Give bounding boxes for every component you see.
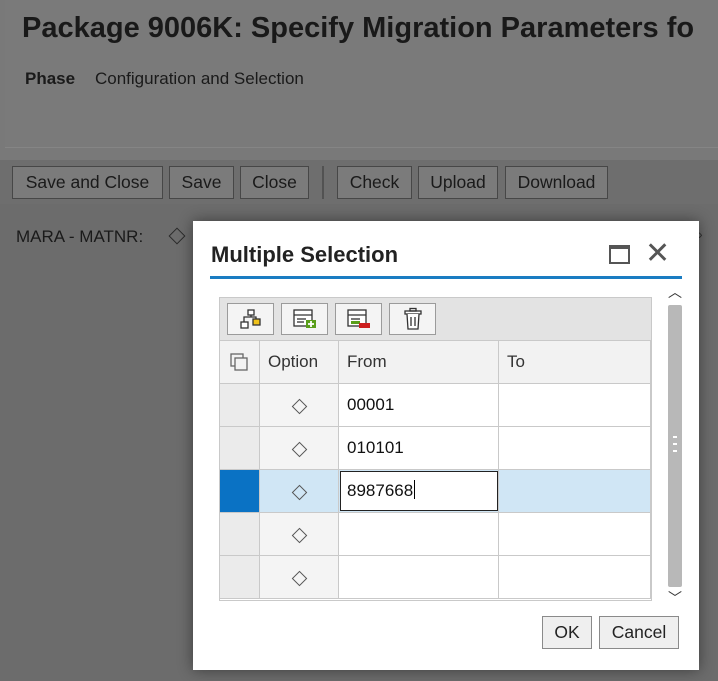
title-underline	[210, 276, 682, 279]
from-cell[interactable]: 00001	[339, 384, 499, 427]
from-cell[interactable]: 010101	[339, 427, 499, 470]
to-cell[interactable]	[499, 513, 651, 556]
option-cell[interactable]	[260, 427, 339, 470]
option-diamond-icon[interactable]	[168, 227, 186, 245]
add-row-icon	[292, 309, 316, 328]
from-cell[interactable]	[339, 556, 499, 599]
from-cell: 8987668	[339, 470, 499, 513]
column-header-to: To	[499, 341, 651, 384]
row-selector[interactable]	[220, 427, 260, 470]
to-cell[interactable]	[499, 427, 651, 470]
to-cell[interactable]	[499, 556, 651, 599]
scrollbar-thumb[interactable]	[668, 305, 682, 587]
to-cell[interactable]	[499, 470, 651, 513]
toolbar-separator	[322, 166, 324, 199]
cancel-button[interactable]: Cancel	[599, 616, 679, 649]
field-label: MARA - MATNR:	[16, 227, 144, 246]
phase-label: Phase	[25, 69, 76, 88]
column-header-option: Option	[260, 341, 339, 384]
table-row-selected: 8987668	[220, 470, 651, 513]
save-and-close-button[interactable]: Save and Close	[12, 166, 163, 199]
chevron-up-icon[interactable]: ︿	[667, 285, 683, 301]
row-selector[interactable]	[220, 384, 260, 427]
maximize-icon[interactable]	[609, 245, 630, 264]
option-cell[interactable]	[260, 384, 339, 427]
from-cell[interactable]	[339, 513, 499, 556]
to-cell[interactable]	[499, 384, 651, 427]
upload-button[interactable]: Upload	[418, 166, 498, 199]
save-button[interactable]: Save	[169, 166, 234, 199]
vertical-scrollbar[interactable]: ︿ ﹀	[666, 283, 684, 609]
from-input-value: 8987668	[347, 481, 414, 500]
option-diamond-icon	[291, 527, 308, 544]
option-cell[interactable]	[260, 470, 339, 513]
select-all-icon	[230, 353, 248, 371]
select-all-column-header[interactable]	[220, 341, 260, 384]
table-row	[220, 513, 651, 556]
close-icon[interactable]: ✕	[645, 237, 670, 271]
option-cell[interactable]	[260, 513, 339, 556]
selection-table: Option From To 00001 010101 8987668	[219, 297, 652, 601]
option-diamond-icon	[291, 484, 308, 501]
column-header-from: From	[339, 341, 499, 384]
option-cell[interactable]	[260, 556, 339, 599]
check-button[interactable]: Check	[337, 166, 412, 199]
add-row-button[interactable]	[281, 303, 328, 335]
row-selector[interactable]	[220, 513, 260, 556]
trash-icon	[403, 307, 422, 330]
hierarchy-icon	[239, 309, 261, 329]
row-selector[interactable]	[220, 470, 260, 513]
option-diamond-icon	[291, 398, 308, 415]
option-diamond-icon	[291, 441, 308, 458]
page-title: Package 9006K: Specify Migration Paramet…	[22, 12, 695, 44]
chevron-down-icon[interactable]: ﹀	[667, 591, 683, 607]
delete-row-icon	[346, 309, 370, 328]
table-row: 00001	[220, 384, 651, 427]
delete-row-button[interactable]	[335, 303, 382, 335]
hierarchy-button[interactable]	[227, 303, 274, 335]
dialog-title: Multiple Selection	[211, 242, 399, 267]
page-header: Package 9006K: Specify Migration Paramet…	[0, 0, 718, 160]
multiple-selection-dialog: Multiple Selection ✕ Option From To 0000…	[193, 221, 699, 670]
main-toolbar: Save and Close Save Close Check Upload D…	[0, 160, 718, 204]
download-button[interactable]: Download	[505, 166, 608, 199]
row-selector[interactable]	[220, 556, 260, 599]
from-input[interactable]: 8987668	[340, 471, 498, 511]
trash-button[interactable]	[389, 303, 436, 335]
grid-toolbar	[220, 298, 651, 341]
ok-button[interactable]: OK	[542, 616, 592, 649]
option-diamond-icon	[291, 570, 308, 587]
table-row: 010101	[220, 427, 651, 470]
grip-icon	[673, 436, 677, 452]
phase-value: Configuration and Selection	[95, 69, 304, 88]
text-caret	[414, 480, 416, 499]
table-row	[220, 556, 651, 599]
close-button[interactable]: Close	[240, 166, 309, 199]
